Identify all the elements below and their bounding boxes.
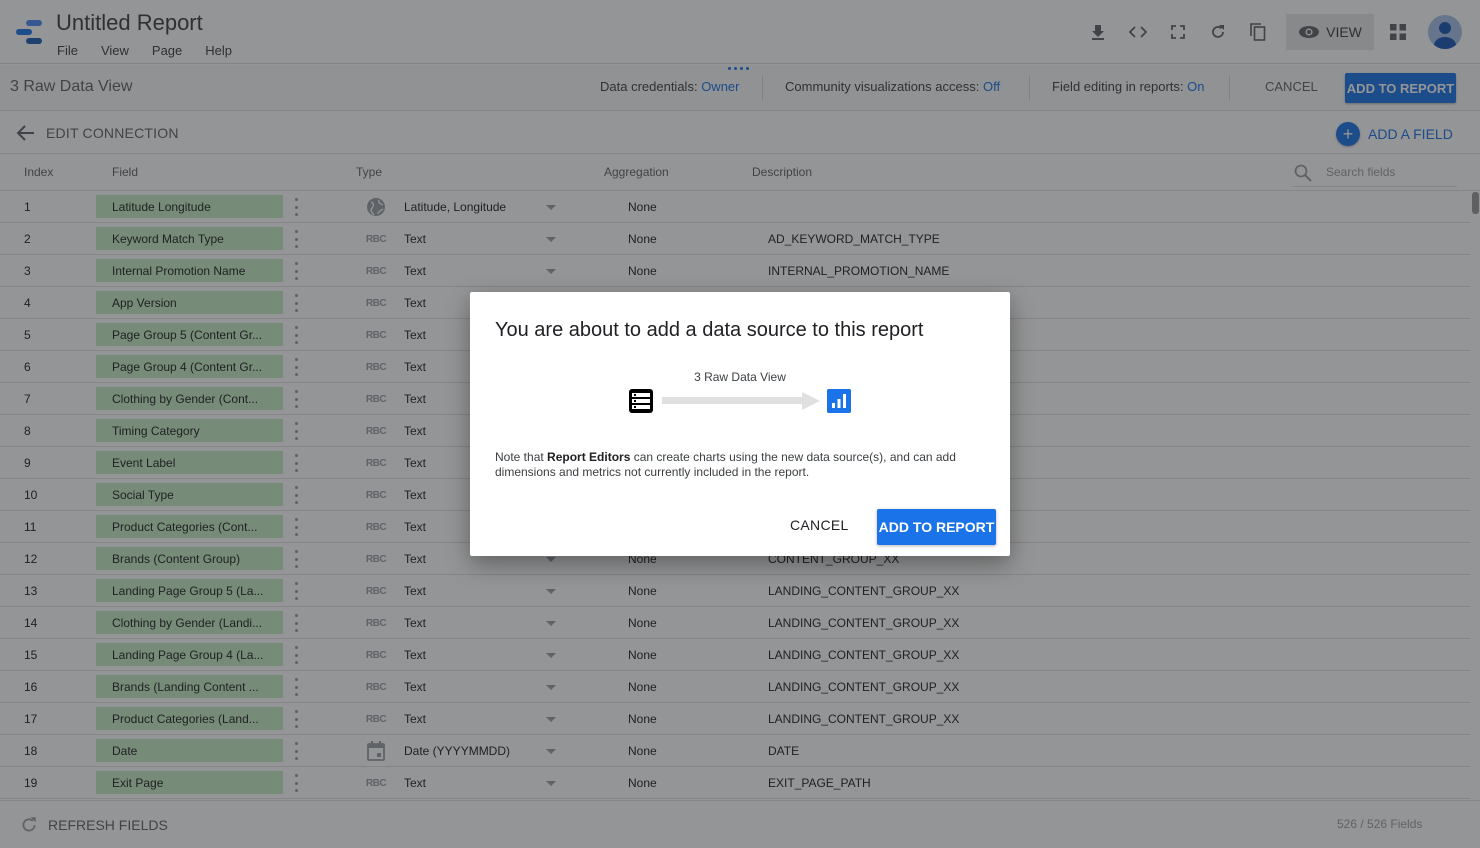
- arrow-right-icon: [662, 392, 820, 410]
- dialog-add-to-report-button[interactable]: ADD TO REPORT: [877, 509, 996, 545]
- data-source-icon: [629, 389, 653, 413]
- dialog-note: Note that Report Editors can create char…: [495, 450, 995, 480]
- report-chart-icon: [827, 389, 851, 413]
- add-data-source-dialog: You are about to add a data source to th…: [470, 292, 1010, 556]
- dialog-title: You are about to add a data source to th…: [495, 319, 924, 341]
- note-bold: Report Editors: [547, 450, 631, 464]
- dialog-source-name: 3 Raw Data View: [470, 370, 1010, 384]
- source-name-text: 3 Raw Data View: [694, 370, 786, 384]
- note-prefix: Note that: [495, 450, 548, 464]
- dialog-cancel-button[interactable]: CANCEL: [790, 517, 849, 533]
